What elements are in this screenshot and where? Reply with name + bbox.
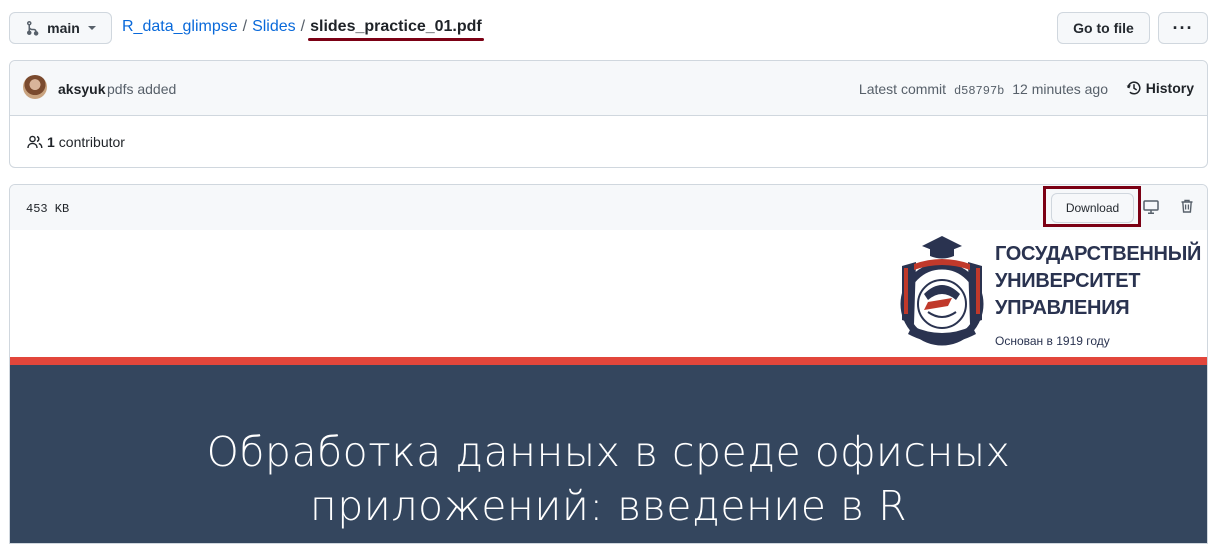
history-icon — [1126, 81, 1141, 95]
breadcrumb-separator: / — [300, 18, 306, 35]
chevron-down-icon — [87, 26, 96, 30]
file-size: 453 KB — [26, 202, 70, 216]
latest-commit-info: Latest commit d58797b 12 minutes ago — [859, 81, 1108, 98]
commit-author-link[interactable]: aksyuk — [58, 81, 105, 97]
kebab-horizontal-icon: ··· — [1172, 17, 1194, 38]
avatar[interactable] — [23, 75, 47, 99]
breadcrumb-separator: / — [242, 18, 248, 35]
university-logo — [894, 234, 990, 357]
latest-commit-row: aksyuk pdfs added Latest commit d58797b … — [10, 61, 1207, 116]
university-name: ГОСУДАРСТВЕННЫЙ УНИВЕРСИТЕТ УПРАВЛЕНИЯ — [995, 243, 1202, 319]
trash-icon[interactable] — [1179, 198, 1195, 219]
accent-stripe — [10, 357, 1207, 365]
file-viewer: 453 KB Download ГОСУДАРСТВЕННЫЙ УНИВЕРСИ… — [9, 184, 1208, 544]
branch-name: main — [47, 20, 80, 36]
more-options-button[interactable]: ··· — [1158, 12, 1208, 44]
breadcrumb-current-file: slides_practice_01.pdf — [310, 18, 482, 35]
contributors-link[interactable]: 1 contributor — [27, 134, 125, 150]
commit-info-box: aksyuk pdfs added Latest commit d58797b … — [9, 60, 1208, 168]
contributor-label: contributor — [58, 134, 125, 150]
history-label: History — [1145, 80, 1194, 96]
latest-commit-label: Latest commit — [858, 81, 947, 97]
commit-message-link[interactable]: pdfs added — [107, 81, 176, 97]
git-branch-icon — [27, 21, 39, 36]
download-button[interactable]: Download — [1051, 193, 1134, 223]
people-icon — [27, 135, 43, 149]
desktop-icon[interactable] — [1143, 199, 1159, 220]
commit-time: 12 minutes ago — [1012, 81, 1108, 97]
pdf-preview: ГОСУДАРСТВЕННЫЙ УНИВЕРСИТЕТ УПРАВЛЕНИЯ О… — [10, 230, 1207, 543]
go-to-file-button[interactable]: Go to file — [1057, 12, 1150, 44]
slide-title: Обработка данных в среде офисных приложе… — [206, 428, 1011, 530]
breadcrumb: R_data_glimpse / Slides / slides_practice_01… — [122, 18, 482, 36]
commit-sha-link[interactable]: d58797b — [954, 84, 1004, 98]
breadcrumb-folder-link[interactable]: Slides — [252, 18, 296, 35]
university-founded: Основан в 1919 году — [995, 334, 1110, 348]
history-link[interactable]: History — [1126, 80, 1194, 96]
file-header: 453 KB Download — [10, 185, 1207, 231]
breadcrumb-repo-link[interactable]: R_data_glimpse — [122, 18, 238, 35]
branch-selector[interactable]: main — [9, 12, 112, 44]
contributor-count: 1 — [47, 134, 55, 150]
slide-title-band: Обработка данных в среде офисных приложе… — [10, 365, 1207, 543]
